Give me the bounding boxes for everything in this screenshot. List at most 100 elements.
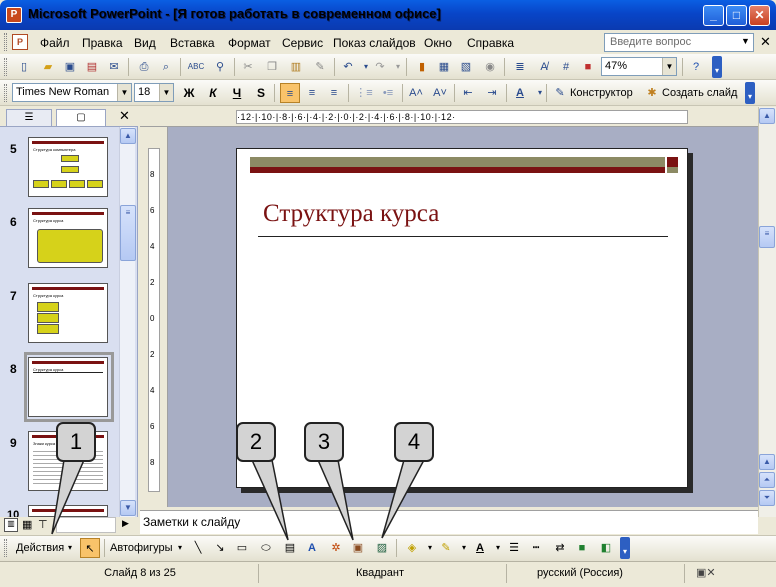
line-tool-icon[interactable]: ╲ xyxy=(188,538,208,558)
permission-icon[interactable]: ▤ xyxy=(82,57,102,77)
expand-all-icon[interactable]: ≣ xyxy=(510,57,530,77)
menu-view[interactable]: Вид xyxy=(134,36,156,50)
increase-indent-icon[interactable]: ⇥ xyxy=(482,83,502,103)
pane-close-icon[interactable]: ✕ xyxy=(119,108,130,124)
actions-menu[interactable]: Действия xyxy=(16,538,64,558)
decrease-font-icon[interactable]: A˅ xyxy=(430,83,450,103)
research-icon[interactable]: ⚲ xyxy=(210,57,230,77)
3d-style-icon[interactable]: ◧ xyxy=(596,538,616,558)
slide-thumbnail[interactable] xyxy=(28,505,108,517)
line-style-icon[interactable]: ☰ xyxy=(504,538,524,558)
font-color-dropdown-icon[interactable]: ▾ xyxy=(530,83,550,103)
next-slide-icon[interactable]: ⏷ xyxy=(759,490,775,506)
toolbar-options-chevron[interactable]: ▾ xyxy=(712,56,722,78)
menu-file[interactable]: Файл xyxy=(40,36,70,50)
new-slide-icon[interactable]: ✱ xyxy=(642,83,662,103)
scroll-thumb[interactable]: ≡ xyxy=(759,226,775,248)
font-size-combo[interactable]: 18 ▼ xyxy=(134,83,174,102)
dash-style-icon[interactable]: ┅ xyxy=(526,538,546,558)
new-document-icon[interactable]: ▯ xyxy=(14,57,34,77)
powerpoint-app-icon[interactable]: P xyxy=(6,7,22,23)
draw-font-color-icon[interactable]: A xyxy=(470,538,490,558)
wordart-icon[interactable]: A xyxy=(302,538,322,558)
slideshow-view-icon[interactable]: ⊤ xyxy=(38,518,48,531)
diagram-icon[interactable]: ✲ xyxy=(326,538,346,558)
cut-icon[interactable]: ✂ xyxy=(238,57,258,77)
email-icon[interactable]: ✉ xyxy=(104,57,124,77)
arrow-tool-icon[interactable]: ↘ xyxy=(210,538,230,558)
pane-scroll-right-icon[interactable]: ▶ xyxy=(122,518,129,529)
minimize-button[interactable]: _ xyxy=(703,5,724,26)
thumb-scroll-down-icon[interactable]: ▼ xyxy=(120,500,136,516)
print-icon[interactable]: ⎙ xyxy=(134,57,154,77)
numbering-icon[interactable]: ⋮≡ xyxy=(354,83,374,103)
align-right-icon[interactable]: ≡ xyxy=(324,83,344,103)
zoom-combo[interactable]: 47% ▼ xyxy=(601,57,677,76)
align-left-icon[interactable]: ≡ xyxy=(280,83,300,103)
autoshapes-menu[interactable]: Автофигуры xyxy=(110,538,173,558)
menu-edit[interactable]: Правка xyxy=(82,36,123,50)
menu-format[interactable]: Формат xyxy=(228,36,271,50)
zoom-dropdown-icon[interactable]: ▼ xyxy=(662,58,676,75)
size-dropdown-icon[interactable]: ▼ xyxy=(159,84,173,101)
maximize-button[interactable]: □ xyxy=(726,5,747,26)
undo-icon[interactable]: ↶ xyxy=(338,57,358,77)
save-icon[interactable]: ▣ xyxy=(60,57,80,77)
actions-dropdown-icon[interactable]: ▾ xyxy=(68,538,72,558)
rectangle-tool-icon[interactable]: ▭ xyxy=(232,538,252,558)
normal-view-icon[interactable]: ▥ xyxy=(4,518,18,532)
hyperlink-icon[interactable]: ◉ xyxy=(480,57,500,77)
menu-help[interactable]: Справка xyxy=(467,36,514,50)
fill-color-icon[interactable]: ◈ xyxy=(402,538,422,558)
align-center-icon[interactable]: ≡ xyxy=(302,83,322,103)
font-name-combo[interactable]: Times New Roman ▼ xyxy=(12,83,132,102)
help-icon[interactable]: ? xyxy=(686,57,706,77)
close-button[interactable]: ✕ xyxy=(749,5,770,26)
shadow-button[interactable]: S xyxy=(252,83,270,103)
help-question-input[interactable]: Введите вопрос xyxy=(604,33,754,52)
insert-table-icon[interactable]: ▦ xyxy=(434,57,454,77)
textbox-tool-icon[interactable]: ▤ xyxy=(280,538,300,558)
scroll-down-icon[interactable]: ▲ xyxy=(759,454,775,470)
help-dropdown-icon[interactable]: ▼ xyxy=(741,36,750,46)
notes-pane[interactable]: Заметки к слайду xyxy=(140,510,758,534)
formatting-toolbar-grip[interactable] xyxy=(4,84,7,102)
oval-tool-icon[interactable]: ⬭ xyxy=(256,538,276,558)
slide-title[interactable]: Структура курса xyxy=(263,200,439,228)
open-folder-icon[interactable]: ▰ xyxy=(38,57,58,77)
slide-thumbnail[interactable]: Структура компьютера xyxy=(28,137,108,197)
menu-insert[interactable]: Вставка xyxy=(170,36,215,50)
thumb-scroll-thumb[interactable]: ≡ xyxy=(120,205,136,261)
bold-button[interactable]: Ж xyxy=(180,83,198,103)
print-preview-icon[interactable]: ⌕ xyxy=(156,57,176,77)
underline-button[interactable]: Ч xyxy=(228,83,246,103)
formatting-options-chevron[interactable]: ▾ xyxy=(745,82,755,104)
scroll-up-icon[interactable]: ▲ xyxy=(759,108,775,124)
previous-slide-icon[interactable]: ⏶ xyxy=(759,472,775,488)
show-grid-icon[interactable]: # xyxy=(556,57,576,77)
drawing-toolbar-grip[interactable] xyxy=(4,539,7,557)
show-formatting-icon[interactable]: A̸ xyxy=(534,57,554,77)
tab-outline[interactable]: ☰ xyxy=(6,109,52,127)
document-close-icon[interactable]: ✕ xyxy=(760,34,771,50)
standard-toolbar-grip[interactable] xyxy=(4,58,7,76)
menubar-grip[interactable] xyxy=(4,33,7,51)
slide-thumbnail[interactable]: Структура курса xyxy=(28,283,108,343)
redo-dropdown-icon[interactable]: ▾ xyxy=(388,57,408,77)
format-painter-icon[interactable]: ✎ xyxy=(310,57,330,77)
insert-chart-icon[interactable]: ▮ xyxy=(412,57,432,77)
bullets-icon[interactable]: •≡ xyxy=(378,83,398,103)
redo-icon[interactable]: ↷ xyxy=(370,57,390,77)
slide-thumbnail-selected[interactable]: Структура курса xyxy=(28,357,108,417)
line-color-icon[interactable]: ✎ xyxy=(436,538,456,558)
drawing-options-chevron[interactable]: ▾ xyxy=(620,537,630,559)
font-color-icon[interactable]: A xyxy=(510,83,530,103)
menu-tools[interactable]: Сервис xyxy=(282,36,323,50)
pane-hscroll[interactable] xyxy=(56,517,116,533)
menu-slideshow[interactable]: Показ слайдов xyxy=(333,36,416,50)
menu-window[interactable]: Окно xyxy=(424,36,452,50)
slide-thumbnail[interactable]: Структура курса xyxy=(28,208,108,268)
decrease-indent-icon[interactable]: ⇤ xyxy=(458,83,478,103)
arrow-style-icon[interactable]: ⇄ xyxy=(550,538,570,558)
thumbnails-scrollbar[interactable] xyxy=(119,127,135,517)
